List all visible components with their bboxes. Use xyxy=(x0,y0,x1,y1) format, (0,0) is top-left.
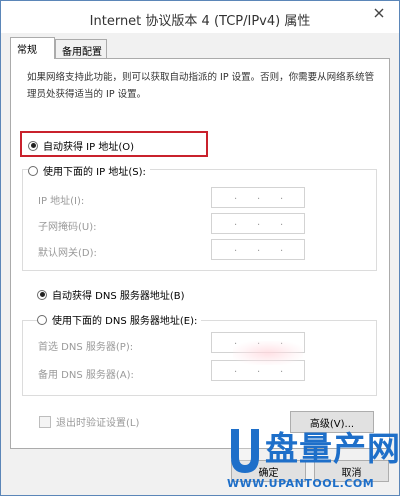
blur-artifact xyxy=(233,341,303,365)
preferred-dns-label: 首选 DNS 服务器(P): xyxy=(38,342,134,353)
tcpipv4-properties-dialog: Internet 协议版本 4 (TCP/IPv4) 属性 常规 备用配置 如果… xyxy=(0,0,400,496)
validate-checkbox[interactable] xyxy=(39,415,51,428)
radio-auto-dns-label: 自动获得 DNS 服务器地址(B) xyxy=(52,291,185,302)
radio-button-selected[interactable] xyxy=(28,140,38,151)
watermark-brand: 盘量产网 xyxy=(265,429,400,468)
default-gateway-input[interactable]: ... xyxy=(211,239,305,260)
static-dns-group xyxy=(22,320,377,396)
close-icon xyxy=(374,8,384,18)
description-text: 如果网络支持此功能，则可以获取自动指派的 IP 设置。否则，你需要从网络系统管理… xyxy=(27,72,375,100)
radio-button[interactable] xyxy=(37,314,47,325)
title-bar: Internet 协议版本 4 (TCP/IPv4) 属性 xyxy=(1,1,399,33)
subnet-mask-label: 子网掩码(U): xyxy=(38,222,97,233)
radio-button-selected[interactable] xyxy=(37,289,47,300)
close-button[interactable] xyxy=(365,2,393,24)
radio-auto-ip-label: 自动获得 IP 地址(O) xyxy=(43,142,135,153)
watermark: 盘量产网 WWW.UPANTOOL.COM xyxy=(227,427,400,493)
ip-address-label: IP 地址(I): xyxy=(38,196,85,207)
validate-on-exit[interactable]: 退出时验证设置(L) xyxy=(39,414,139,429)
tab-alternate-configuration[interactable]: 备用配置 xyxy=(55,39,107,58)
ip-address-input[interactable]: ... xyxy=(211,187,305,208)
radio-auto-ip[interactable]: 自动获得 IP 地址(O) xyxy=(28,138,134,153)
tab-general[interactable]: 常规 xyxy=(10,37,55,59)
validate-label: 退出时验证设置(L) xyxy=(56,418,140,429)
radio-auto-dns[interactable]: 自动获得 DNS 服务器地址(B) xyxy=(37,287,185,302)
radio-manual-dns[interactable]: 使用下面的 DNS 服务器地址(E): xyxy=(37,312,202,327)
subnet-mask-input[interactable]: ... xyxy=(211,213,305,234)
radio-manual-dns-label: 使用下面的 DNS 服务器地址(E): xyxy=(52,316,198,327)
watermark-u-logo-icon xyxy=(231,429,259,473)
window-title: Internet 协议版本 4 (TCP/IPv4) 属性 xyxy=(89,14,311,29)
watermark-url: WWW.UPANTOOL.COM xyxy=(227,477,375,490)
radio-manual-ip[interactable]: 使用下面的 IP 地址(S): xyxy=(28,163,150,178)
radio-manual-ip-label: 使用下面的 IP 地址(S): xyxy=(43,167,146,178)
radio-button[interactable] xyxy=(28,165,38,176)
alternate-dns-label: 备用 DNS 服务器(A): xyxy=(38,370,134,381)
general-tab-panel: 如果网络支持此功能，则可以获取自动指派的 IP 设置。否则，你需要从网络系统管理… xyxy=(10,58,390,449)
default-gateway-label: 默认网关(D): xyxy=(38,248,97,259)
